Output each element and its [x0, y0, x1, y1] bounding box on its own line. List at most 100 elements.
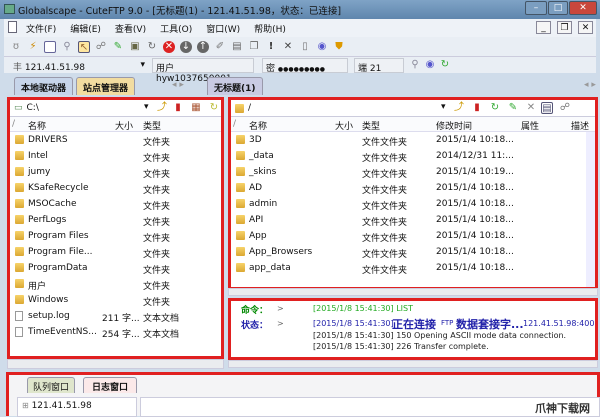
- local-path-input[interactable]: C:\: [27, 103, 39, 113]
- menu-help[interactable]: 帮助(H): [254, 22, 286, 35]
- host-field[interactable]: 丰 121.41.51.98 ▾: [10, 58, 145, 73]
- file-row[interactable]: TimeEventNS... 254 字... 文本文档: [10, 324, 221, 340]
- connect-go-icon[interactable]: ↻: [439, 59, 451, 71]
- file-row[interactable]: setup.log 211 字... 文本文档: [10, 308, 221, 324]
- column-size[interactable]: 大小: [335, 119, 353, 132]
- file-row[interactable]: 用户 文件夹: [10, 276, 221, 292]
- user-field[interactable]: 用户 hyw1037650001: [152, 58, 254, 84]
- tab-local-drives[interactable]: 本地驱动器: [14, 77, 74, 95]
- upload-icon[interactable]: ↑: [197, 40, 209, 53]
- refresh-icon[interactable]: ↻: [146, 41, 158, 53]
- file-type: 文件夹: [143, 202, 171, 212]
- file-type: 文件夹: [143, 298, 171, 308]
- file-row[interactable]: MSOCache 文件夹: [10, 196, 221, 212]
- file-row[interactable]: admin 文件文件夹 2015/1/4 10:18...: [231, 196, 595, 212]
- menu-file[interactable]: 文件(F): [26, 22, 56, 35]
- file-row[interactable]: _data 文件文件夹 2014/12/31 11:...: [231, 148, 595, 164]
- menu-tools[interactable]: 工具(O): [160, 22, 192, 35]
- file-row[interactable]: PerfLogs 文件夹: [10, 212, 221, 228]
- view-mode-icon[interactable]: ▤: [541, 102, 553, 114]
- file-row[interactable]: AD 文件文件夹 2015/1/4 10:18...: [231, 180, 595, 196]
- tab-site-manager[interactable]: 站点管理器: [76, 77, 136, 95]
- column-name[interactable]: 名称: [28, 119, 46, 132]
- bookmark-icon[interactable]: ▮: [471, 102, 483, 114]
- cycle-icon[interactable]: ◉: [424, 59, 436, 71]
- tree-item-host[interactable]: 121.41.51.98: [32, 401, 92, 411]
- stop-icon[interactable]: ✕: [163, 40, 175, 53]
- column-modified[interactable]: 修改时间: [436, 119, 472, 132]
- tab-remote-untitled[interactable]: 无标题(1): [207, 77, 263, 95]
- properties-icon[interactable]: ▯: [299, 41, 311, 53]
- execute-icon[interactable]: !: [265, 41, 277, 53]
- file-row[interactable]: KSafeRecycle 文件夹: [10, 180, 221, 196]
- edit-icon[interactable]: ✐: [214, 41, 226, 53]
- menu-window[interactable]: 窗口(W): [206, 22, 240, 35]
- file-row[interactable]: DRIVERS 文件夹: [10, 132, 221, 148]
- site-icon[interactable]: ✎: [507, 102, 519, 114]
- tab-scroll-arrows[interactable]: ◂ ▸: [172, 80, 184, 90]
- file-row[interactable]: Program Files 文件夹: [10, 228, 221, 244]
- file-row[interactable]: ProgramData 文件夹: [10, 260, 221, 276]
- expand-icon[interactable]: ⊞: [22, 401, 29, 410]
- column-type[interactable]: 类型: [362, 119, 380, 132]
- wizard-icon[interactable]: ⚡: [27, 41, 39, 53]
- column-attributes[interactable]: 属性: [521, 119, 539, 132]
- minimize-button[interactable]: –: [525, 1, 547, 15]
- mdi-minimize-button[interactable]: _: [536, 21, 551, 34]
- reconnect-icon[interactable]: ☍: [559, 102, 571, 114]
- quick-connect-icon[interactable]: ↖: [78, 40, 90, 53]
- file-row[interactable]: jumy 文件夹: [10, 164, 221, 180]
- chevron-down-icon[interactable]: ▾: [441, 102, 446, 112]
- file-row[interactable]: Program File... 文件夹: [10, 244, 221, 260]
- chevron-down-icon[interactable]: ▾: [144, 102, 149, 112]
- column-name[interactable]: 名称: [249, 119, 267, 132]
- site-icon[interactable]: ✎: [112, 41, 124, 53]
- mdi-restore-button[interactable]: ❐: [557, 21, 572, 34]
- tab-log-window[interactable]: 日志窗口: [83, 377, 138, 393]
- new-folder-icon[interactable]: ▦: [190, 102, 202, 114]
- tab-scroll-arrows-right[interactable]: ◂ ▸: [584, 80, 596, 90]
- bookmark-icon[interactable]: ▮: [172, 102, 184, 114]
- delete-icon[interactable]: ✕: [525, 102, 537, 114]
- menu-edit[interactable]: 编辑(E): [70, 22, 101, 35]
- mdi-close-button[interactable]: ✕: [578, 21, 593, 34]
- download-icon[interactable]: ↓: [180, 40, 192, 53]
- refresh-icon[interactable]: ↻: [208, 102, 220, 114]
- menu-view[interactable]: 查看(V): [115, 22, 146, 35]
- log-horizontal-scrollbar[interactable]: [228, 360, 598, 368]
- up-folder-icon[interactable]: ⤴: [453, 102, 465, 114]
- cycle-icon[interactable]: ◉: [316, 41, 328, 53]
- connect-icon[interactable]: ʊ: [10, 41, 22, 53]
- port-field[interactable]: 端 21: [354, 58, 404, 74]
- password-field[interactable]: 密 ●●●●●●●●●: [262, 58, 348, 74]
- column-type[interactable]: 类型: [143, 119, 161, 132]
- tab-queue-window[interactable]: 队列窗口: [27, 377, 76, 393]
- new-icon[interactable]: [44, 40, 56, 53]
- remote-horizontal-scrollbar[interactable]: [228, 288, 598, 296]
- column-size[interactable]: 大小: [115, 119, 133, 132]
- view-icon[interactable]: ▤: [231, 41, 243, 53]
- disconnect-icon[interactable]: ⚲: [409, 59, 421, 71]
- lock-icon[interactable]: ▣: [129, 41, 141, 53]
- up-folder-icon[interactable]: ⤴: [156, 102, 168, 114]
- maximize-button[interactable]: □: [548, 1, 568, 15]
- shield-icon[interactable]: ⛊: [333, 41, 345, 53]
- reconnect-icon[interactable]: ☍: [95, 41, 107, 53]
- copy-icon[interactable]: ❐: [248, 41, 260, 53]
- close-button[interactable]: ✕: [569, 1, 597, 15]
- remote-vertical-scrollbar[interactable]: [586, 132, 595, 287]
- file-row[interactable]: Intel 文件夹: [10, 148, 221, 164]
- file-row[interactable]: Windows 文件夹: [10, 292, 221, 308]
- file-row[interactable]: _skins 文件文件夹 2015/1/4 10:19...: [231, 164, 595, 180]
- file-row[interactable]: App_Browsers 文件文件夹 2015/1/4 10:18...: [231, 244, 595, 260]
- local-horizontal-scrollbar[interactable]: [7, 359, 224, 369]
- disconnect-icon[interactable]: ⚲: [61, 41, 73, 53]
- file-row[interactable]: API 文件文件夹 2015/1/4 10:18...: [231, 212, 595, 228]
- refresh-icon[interactable]: ↻: [489, 102, 501, 114]
- file-row[interactable]: App 文件文件夹 2015/1/4 10:18...: [231, 228, 595, 244]
- file-row[interactable]: 3D 文件文件夹 2015/1/4 10:18...: [231, 132, 595, 148]
- delete-icon[interactable]: ✕: [282, 41, 294, 53]
- remote-path-input[interactable]: /: [248, 103, 251, 113]
- file-row[interactable]: app_data 文件文件夹 2015/1/4 10:18...: [231, 260, 595, 276]
- column-description[interactable]: 描述: [571, 119, 589, 132]
